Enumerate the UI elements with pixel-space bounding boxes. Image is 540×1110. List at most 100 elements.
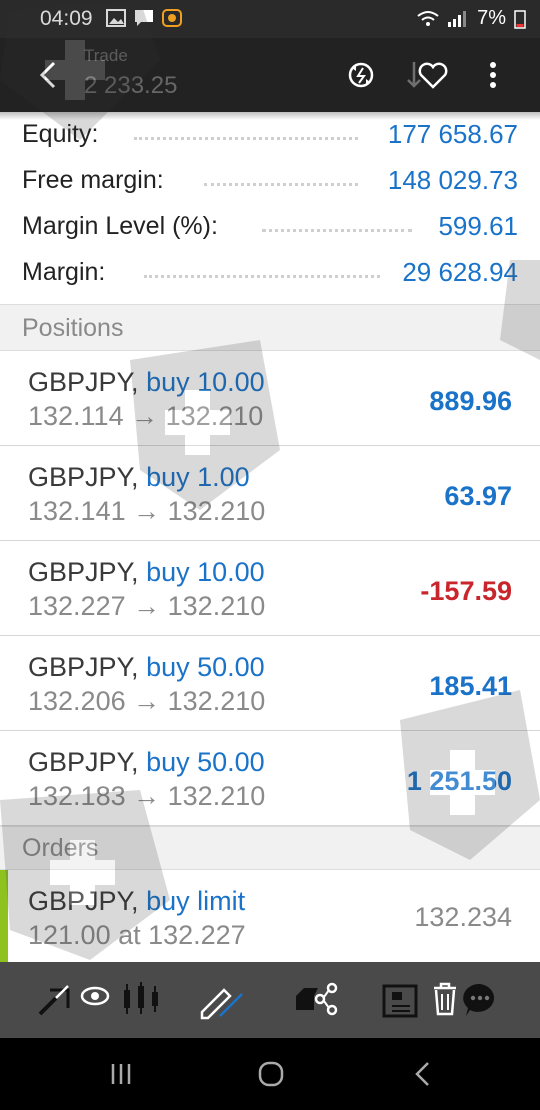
dotted-leader (134, 128, 358, 140)
position-title: GBPJPY, buy 1.00 (28, 462, 250, 493)
positions-section-header: Positions (0, 304, 540, 351)
status-bar: 04:09 7% (0, 0, 540, 38)
order-details: 121.00 at 132.227 (28, 920, 246, 950)
summary-label: Equity: (22, 120, 99, 148)
delete-icon[interactable] (430, 980, 460, 1020)
position-side: buy 50.00 (146, 747, 265, 777)
order-symbol: GBPJPY, (28, 886, 139, 916)
page-title: Trade (84, 46, 128, 65)
position-title: GBPJPY, buy 50.00 (28, 747, 265, 778)
arrow-icon: → (133, 591, 161, 621)
position-symbol: GBPJPY, (28, 367, 139, 397)
app-notification-icon (162, 9, 182, 27)
current-price: 132.210 (167, 781, 266, 811)
order-title: GBPJPY, buy limit (28, 886, 245, 917)
position-title: GBPJPY, buy 50.00 (28, 652, 265, 683)
system-back-icon[interactable] (408, 1060, 438, 1088)
position-side: buy 10.00 (146, 557, 265, 587)
share-icon[interactable] (294, 980, 342, 1020)
position-row[interactable]: GBPJPY, buy 1.00 132.141 → 132.210 63.97 (0, 446, 540, 541)
open-price: 132.227 (28, 591, 126, 621)
order-side: buy limit (146, 886, 246, 916)
current-price: 132.210 (167, 686, 266, 716)
arrow-icon: → (133, 496, 161, 526)
summary-row-margin-level: Margin Level (%): 599.61 (0, 206, 540, 252)
position-symbol: GBPJPY, (28, 557, 139, 587)
dotted-leader (262, 220, 412, 232)
position-prices: 132.141 → 132.210 (28, 496, 265, 527)
more-vertical-icon[interactable] (476, 58, 510, 92)
order-row[interactable]: GBPJPY, buy limit 121.00 at 132.227 132.… (0, 870, 540, 962)
position-profit: -157.59 (420, 576, 512, 606)
position-row[interactable]: GBPJPY, buy 10.00 132.227 → 132.210 -157… (0, 541, 540, 636)
recent-apps-icon[interactable] (106, 1060, 136, 1088)
position-side: buy 50.00 (146, 652, 265, 682)
position-profit: 63.97 (444, 481, 512, 511)
one-click-trading-icon[interactable] (344, 58, 378, 92)
app-bar: Trade 2 233.25 (0, 38, 540, 112)
summary-row-equity: Equity: 177 658.67 (0, 114, 540, 160)
modify-order-icon[interactable] (36, 980, 76, 1020)
position-side: buy 1.00 (146, 462, 250, 492)
back-arrow-icon[interactable] (32, 58, 66, 92)
status-right: 7% (417, 7, 526, 30)
open-price: 132.206 (28, 686, 126, 716)
position-profit: 889.96 (429, 386, 512, 416)
summary-value: 599.61 (438, 211, 518, 241)
position-profit: 1 251.50 (406, 766, 512, 796)
order-price: 132.234 (414, 902, 512, 932)
arrow-icon: → (133, 781, 161, 811)
system-nav-bar (0, 1038, 540, 1110)
signal-icon (448, 10, 467, 27)
position-symbol: GBPJPY, (28, 462, 139, 492)
position-title: GBPJPY, buy 10.00 (28, 367, 265, 398)
balance-value: 2 233.25 (84, 72, 178, 99)
order-accent-bar (0, 870, 8, 962)
wifi-icon (417, 10, 439, 26)
battery-text: 7% (477, 7, 506, 29)
arrow-icon: → (133, 686, 161, 716)
position-title: GBPJPY, buy 10.00 (28, 557, 265, 588)
position-prices: 132.183 → 132.210 (28, 781, 265, 812)
open-price: 132.183 (28, 781, 126, 811)
news-icon[interactable] (380, 980, 420, 1020)
message-icon (135, 10, 153, 26)
summary-label: Margin: (22, 258, 106, 286)
summary-value: 148 029.73 (387, 165, 518, 195)
arrow-icon: → (131, 401, 159, 431)
summary-value: 29 628.94 (402, 257, 518, 287)
dotted-leader (144, 266, 380, 278)
battery-icon (514, 9, 526, 29)
gallery-icon (106, 9, 126, 27)
positions-header-label: Positions (22, 314, 124, 342)
bottom-toolbar (0, 962, 540, 1038)
summary-value: 177 658.67 (387, 119, 518, 149)
position-symbol: GBPJPY, (28, 747, 139, 777)
open-price: 132.141 (28, 496, 126, 526)
current-price: 132.210 (167, 591, 266, 621)
summary-label: Margin Level (%): (22, 212, 218, 240)
chat-icon[interactable] (462, 980, 498, 1020)
orders-header-label: Orders (22, 834, 99, 862)
position-prices: 132.114 → 132.210 (28, 401, 263, 432)
chart-candles-icon[interactable] (120, 980, 162, 1020)
summary-row-margin: Margin: 29 628.94 (0, 252, 540, 298)
position-row[interactable]: GBPJPY, buy 50.00 132.183 → 132.210 1 25… (0, 731, 540, 826)
position-profit: 185.41 (429, 671, 512, 701)
current-price: 132.210 (165, 401, 264, 431)
dotted-leader (204, 174, 358, 186)
position-symbol: GBPJPY, (28, 652, 139, 682)
status-time: 04:09 (40, 7, 93, 30)
watch-icon[interactable] (80, 980, 110, 1020)
edit-icon[interactable] (198, 980, 246, 1020)
open-price: 132.114 (28, 401, 124, 431)
position-side: buy 10.00 (146, 367, 265, 397)
position-prices: 132.206 → 132.210 (28, 686, 265, 717)
home-icon[interactable] (256, 1060, 286, 1088)
summary-row-free-margin: Free margin: 148 029.73 (0, 160, 540, 206)
current-price: 132.210 (167, 496, 266, 526)
position-row[interactable]: GBPJPY, buy 50.00 132.206 → 132.210 185.… (0, 636, 540, 731)
favorite-icon[interactable] (416, 58, 450, 92)
position-row[interactable]: GBPJPY, buy 10.00 132.114 → 132.210 889.… (0, 351, 540, 446)
summary-label: Free margin: (22, 166, 164, 194)
